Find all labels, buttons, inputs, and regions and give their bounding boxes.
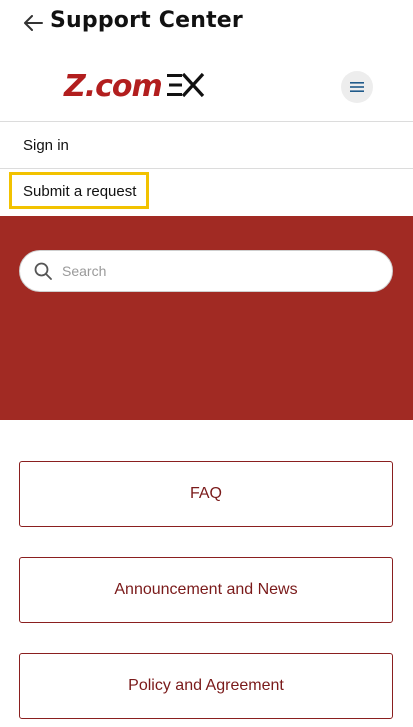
back-button[interactable]	[20, 10, 46, 36]
zcom-ex-logo[interactable]: Z.com	[64, 70, 254, 104]
category-policy-agreement[interactable]: Policy and Agreement	[19, 653, 393, 719]
hamburger-menu-icon	[350, 82, 364, 92]
category-announcement-news[interactable]: Announcement and News	[19, 557, 393, 623]
divider	[0, 121, 413, 122]
sign-in-link[interactable]: Sign in	[23, 137, 69, 154]
page-title: Support Center	[50, 8, 243, 33]
menu-button[interactable]	[341, 71, 373, 103]
divider	[0, 168, 413, 169]
logo-text: Z.com	[64, 69, 163, 104]
category-faq[interactable]: FAQ	[19, 461, 393, 527]
hero-banner	[0, 216, 413, 420]
arrow-left-icon	[24, 15, 43, 31]
search-input[interactable]	[60, 262, 364, 280]
search-bar[interactable]	[19, 250, 393, 292]
top-app-bar: Support Center	[0, 0, 413, 46]
search-icon	[34, 262, 52, 280]
logo-ex-mark	[166, 72, 206, 103]
brand-header: Z.com	[0, 60, 413, 116]
submit-request-link[interactable]: Submit a request	[23, 183, 136, 200]
